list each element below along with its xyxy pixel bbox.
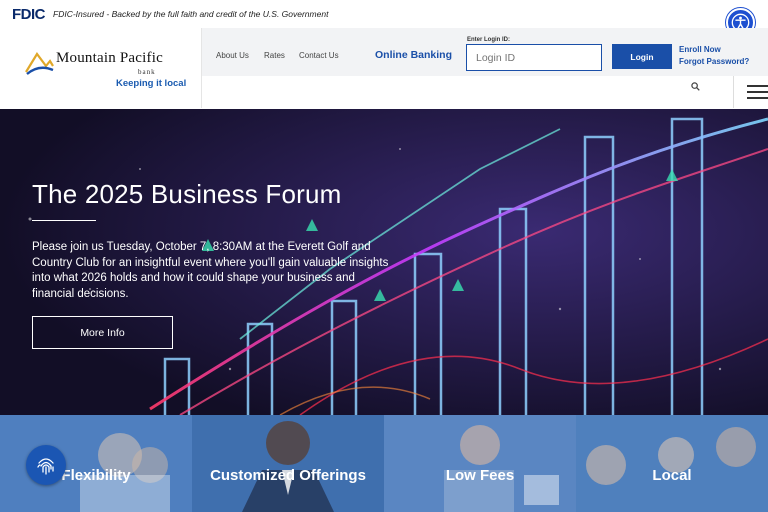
hero-banner: The 2025 Business Forum Please join us T… — [0, 109, 768, 415]
fingerprint-icon[interactable] — [26, 445, 66, 485]
tile-local[interactable]: Local — [576, 415, 768, 512]
nav-rates[interactable]: Rates — [264, 51, 285, 60]
tile-low-fees-image — [384, 415, 576, 512]
brand-sub: bank — [138, 68, 156, 76]
brand-name: Mountain Pacific — [56, 50, 163, 66]
mountain-logo-icon — [25, 52, 54, 75]
header-right: About Us Rates Contact Us Online Banking… — [201, 28, 768, 108]
search-icon[interactable] — [691, 82, 700, 91]
hero-divider — [32, 220, 96, 221]
page: FDIC FDIC-Insured - Backed by the full f… — [0, 0, 768, 512]
enroll-link[interactable]: Enroll Now — [679, 45, 721, 54]
hero-title: The 2025 Business Forum — [32, 179, 342, 209]
tile-customized-offerings-image — [192, 415, 384, 512]
forgot-password-link[interactable]: Forgot Password? — [679, 57, 749, 66]
fdic-banner: FDIC FDIC-Insured - Backed by the full f… — [0, 0, 768, 28]
header-bottom-row — [202, 76, 768, 108]
tile-low-fees-label: Low Fees — [445, 467, 515, 484]
brand-tagline: Keeping it local — [116, 78, 187, 89]
login-button[interactable]: Login — [612, 44, 672, 69]
nav-contact[interactable]: Contact Us — [299, 51, 339, 60]
online-banking-label: Online Banking — [375, 49, 453, 61]
tile-customized-offerings-label: Customized Offerings — [210, 467, 366, 484]
nav-about[interactable]: About Us — [216, 51, 249, 60]
site-header: Mountain Pacific bank Keeping it local A… — [0, 28, 768, 108]
hero-description: Please join us Tuesday, October 7, 8:30A… — [32, 241, 389, 300]
more-info-button[interactable]: More Info — [32, 316, 173, 349]
feature-tiles: Flexibility Customized Offerings Low Fee… — [0, 415, 768, 512]
fdic-text: FDIC-Insured - Backed by the full faith … — [53, 9, 329, 19]
login-id-label: Enter Login ID: — [467, 37, 510, 43]
fdic-logo: FDIC — [12, 5, 46, 23]
tile-local-label: Local — [652, 467, 692, 484]
tile-low-fees[interactable]: Low Fees — [384, 415, 576, 512]
header-top-row: About Us Rates Contact Us Online Banking… — [202, 28, 768, 76]
login-id-input[interactable] — [466, 44, 602, 71]
brand-logo[interactable]: Mountain Pacific bank Keeping it local — [0, 28, 201, 108]
tile-local-image — [576, 415, 768, 512]
hamburger-menu-icon[interactable] — [747, 84, 768, 100]
menu-divider — [733, 76, 734, 108]
tile-customized-offerings[interactable]: Customized Offerings — [192, 415, 384, 512]
